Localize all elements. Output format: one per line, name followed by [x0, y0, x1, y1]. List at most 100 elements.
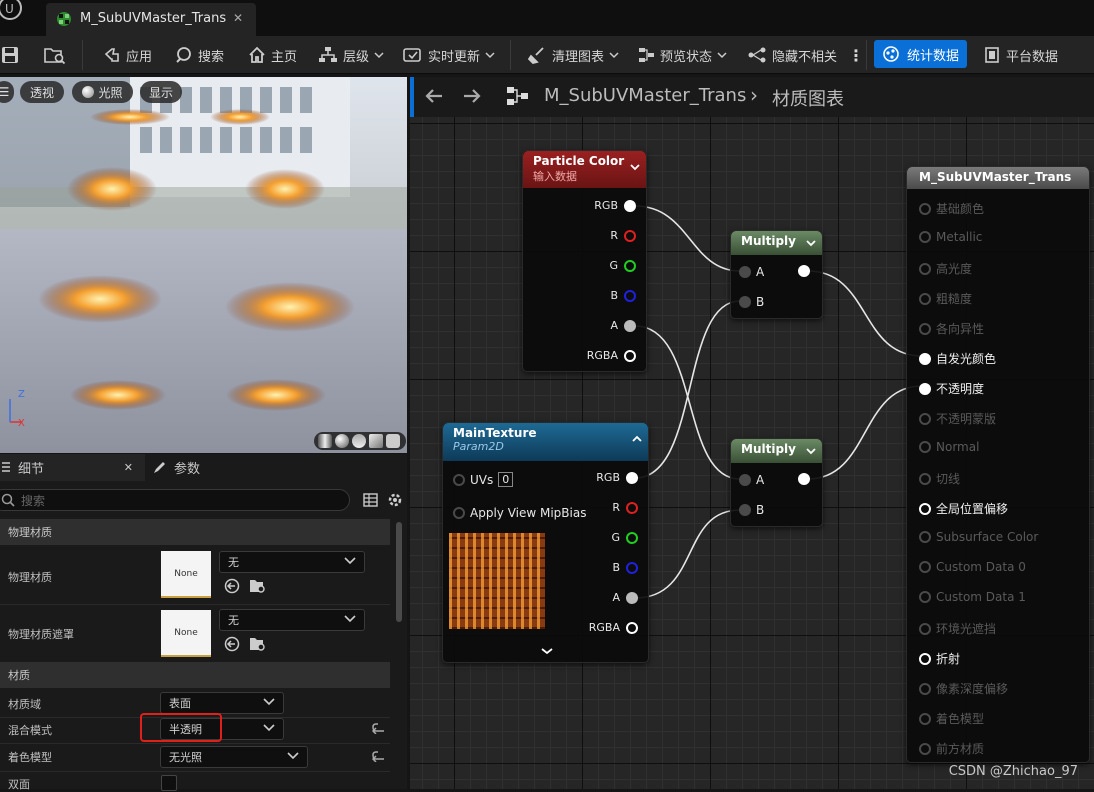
collapse-chevron-icon[interactable]: [806, 447, 816, 455]
phys-mask-thumbnail[interactable]: None: [161, 610, 211, 657]
preview-shape-selector[interactable]: [314, 432, 406, 450]
result-input-pin[interactable]: 像素深度偏移: [919, 680, 1008, 697]
input-pin-mipbias[interactable]: Apply View MipBias: [453, 506, 586, 520]
output-pin-r[interactable]: R: [612, 501, 638, 514]
collapse-chevron-icon[interactable]: [806, 239, 816, 247]
particle-color-node[interactable]: Particle Color 输入数据 RGB R G B A RGBA: [522, 150, 647, 372]
output-pin-g[interactable]: G: [611, 531, 638, 544]
result-input-pin[interactable]: Custom Data 1: [919, 590, 1026, 604]
cube-preview-icon[interactable]: [369, 434, 383, 448]
output-pin-rgba[interactable]: RGBA: [589, 621, 638, 634]
use-selected-icon[interactable]: [224, 578, 240, 594]
breadcrumb-graph[interactable]: 材质图表: [772, 85, 844, 111]
hierarchy-button[interactable]: 层级: [313, 42, 389, 68]
input-pin-uvs[interactable]: UVs 0: [453, 472, 514, 487]
tab-params[interactable]: 参数: [152, 454, 200, 481]
forward-arrow-icon[interactable]: [462, 87, 482, 105]
result-input-pin[interactable]: 折射: [919, 650, 960, 667]
input-pin-a[interactable]: A: [739, 265, 764, 279]
lit-mode-button[interactable]: 光照: [72, 81, 133, 103]
home-button[interactable]: 主页: [243, 42, 302, 68]
input-pin-b[interactable]: B: [739, 503, 764, 517]
reset-to-default-icon[interactable]: [372, 722, 386, 734]
reset-to-default-icon[interactable]: [372, 750, 386, 762]
result-input-pin[interactable]: Normal: [919, 440, 979, 454]
result-input-pin[interactable]: 不透明蒙版: [919, 410, 996, 427]
result-input-pin[interactable]: 环境光遮挡: [919, 620, 996, 637]
perspective-button[interactable]: 透视: [20, 81, 64, 103]
use-selected-icon[interactable]: [224, 636, 240, 652]
back-arrow-icon[interactable]: [424, 87, 444, 105]
category-physical-material[interactable]: 物理材质: [0, 519, 390, 545]
result-input-pin[interactable]: 粗糙度: [919, 290, 972, 307]
stats-button[interactable]: 统计数据: [874, 40, 968, 68]
output-pin-rgba[interactable]: RGBA: [587, 349, 636, 362]
apply-button[interactable]: 应用: [98, 42, 157, 68]
details-search-input[interactable]: 搜索: [0, 489, 350, 511]
multiply-node-1[interactable]: Multiply A B: [730, 230, 823, 319]
result-input-pin[interactable]: 前方材质: [919, 740, 984, 757]
asset-tab[interactable]: M_SubUVMaster_Trans ✕: [46, 3, 256, 36]
phys-mask-dropdown[interactable]: 无: [219, 609, 365, 631]
material-result-node[interactable]: M_SubUVMaster_Trans 基础颜色 Metallic 高光度 粗糙度 各向…: [906, 166, 1090, 763]
output-pin-a[interactable]: A: [612, 591, 638, 604]
multiply-node-2[interactable]: Multiply A B: [730, 438, 823, 527]
phys-mat-dropdown[interactable]: 无: [219, 551, 365, 573]
details-close-icon[interactable]: ✕: [124, 461, 133, 474]
preview-viewport[interactable]: ☰ 透视 光照 显示 Z X: [0, 77, 407, 453]
result-input-pin[interactable]: 全局位置偏移: [919, 500, 1008, 517]
unreal-logo-icon[interactable]: U: [0, 0, 28, 22]
result-input-pin[interactable]: 切线: [919, 470, 960, 487]
breadcrumb-asset[interactable]: M_SubUVMaster_Trans: [544, 85, 746, 106]
cylinder-preview-icon[interactable]: [318, 434, 332, 448]
browse-button[interactable]: [38, 42, 72, 68]
platform-stats-button[interactable]: 平台数据: [978, 42, 1063, 68]
output-pin-rgb[interactable]: RGB: [596, 471, 638, 484]
result-input-pin[interactable]: 着色模型: [919, 710, 984, 727]
uvs-value-field[interactable]: 0: [498, 472, 514, 487]
result-input-pin[interactable]: Subsurface Color: [919, 530, 1038, 544]
save-button[interactable]: [0, 42, 24, 68]
output-pin-b[interactable]: B: [612, 561, 638, 574]
phys-mat-thumbnail[interactable]: None: [161, 551, 211, 598]
result-input-pin[interactable]: Custom Data 0: [919, 560, 1026, 574]
input-pin-b[interactable]: B: [739, 295, 764, 309]
tab-details[interactable]: 细节 ✕: [0, 454, 145, 481]
table-view-icon[interactable]: [363, 493, 378, 507]
multiply1-output-pin[interactable]: [798, 265, 810, 277]
multiply2-output-pin[interactable]: [798, 473, 810, 485]
output-pin-g[interactable]: G: [609, 259, 636, 272]
input-pin-a[interactable]: A: [739, 473, 764, 487]
settings-gear-icon[interactable]: [387, 492, 403, 508]
shading-model-dropdown[interactable]: 无光照: [160, 746, 308, 768]
result-input-pin[interactable]: 不透明度: [919, 380, 984, 397]
expand-chevron-icon[interactable]: [541, 647, 553, 655]
main-texture-node[interactable]: MainTexture Param2D UVs 0 Apply View MipB…: [442, 422, 649, 663]
result-input-pin[interactable]: 高光度: [919, 260, 972, 277]
tab-close-icon[interactable]: ✕: [233, 11, 243, 25]
domain-dropdown[interactable]: 表面: [160, 692, 284, 714]
details-scrollbar[interactable]: [396, 522, 402, 622]
output-pin-rgb[interactable]: RGB: [594, 199, 636, 212]
collapse-chevron-icon[interactable]: [632, 435, 642, 443]
search-button[interactable]: 搜索: [170, 42, 229, 68]
plane-preview-icon[interactable]: [352, 434, 366, 448]
show-button[interactable]: 显示: [140, 81, 182, 103]
output-pin-b[interactable]: B: [610, 289, 636, 302]
output-pin-a[interactable]: A: [610, 319, 636, 332]
category-material[interactable]: 材质: [0, 662, 390, 688]
output-pin-r[interactable]: R: [610, 229, 636, 242]
result-input-pin[interactable]: 基础颜色: [919, 200, 984, 217]
live-update-button[interactable]: 实时更新: [398, 42, 500, 68]
clean-graph-button[interactable]: 清理图表: [522, 42, 624, 68]
result-input-pin[interactable]: 各向异性: [919, 320, 984, 337]
sphere-preview-icon[interactable]: [335, 434, 349, 448]
preview-state-button[interactable]: 预览状态: [632, 42, 732, 68]
collapse-chevron-icon[interactable]: [630, 163, 640, 171]
browse-asset-icon[interactable]: [249, 636, 267, 652]
hide-unrelated-button[interactable]: 隐藏不相关: [742, 42, 842, 68]
browse-asset-icon[interactable]: [249, 578, 267, 594]
result-input-pin[interactable]: 自发光颜色: [919, 350, 996, 367]
result-input-pin[interactable]: Metallic: [919, 230, 982, 244]
teapot-preview-icon[interactable]: [386, 434, 400, 448]
